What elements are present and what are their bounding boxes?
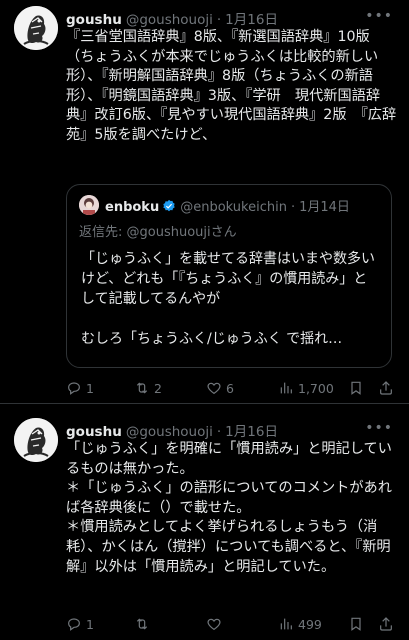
like-button[interactable] [206,616,226,632]
action-bar: 1 499 [66,616,400,636]
views-count: 1,700 [298,380,334,396]
handle: @enbokukeichin [180,200,287,215]
tweet[interactable]: goushu @goushouoji · 1月16日 ••• 「じゅうふく」を明確に「… [0,408,409,640]
timestamp[interactable]: 1月16日 [225,424,278,440]
reply-button[interactable]: 1 [66,380,94,396]
reply-bubble-icon [68,382,80,395]
bookmark-button[interactable] [348,616,364,632]
tweet-text: 「じゅうふく」を明確に「慣用読み」と明記しているものは無かった。 ＊「じゅうふく… [66,441,392,575]
like-count: 6 [226,380,234,396]
divider [0,403,409,404]
reply-button[interactable]: 1 [66,616,94,632]
tweet-header: goushu @goushouoji · 1月16日 [66,420,278,440]
bookmark-icon [351,617,361,631]
timestamp: 1月14日 [299,200,350,215]
verified-badge-icon [163,199,175,212]
tweet-text: 『三省堂国語辞典』8版、『新選国語辞典』10版（ちょうふくが本来でじゅうふくは比… [66,29,397,143]
handle[interactable]: @goushouoji [126,12,213,28]
views-button[interactable]: 1,700 [278,380,334,396]
handle[interactable]: @goushouoji [126,424,213,440]
share-button[interactable] [378,380,394,396]
reply-handle: @goushuoujiさん [126,225,237,240]
retweet-button[interactable]: 2 [134,380,162,396]
separator-dot: · [216,424,222,440]
retweet-icon [136,618,148,630]
heart-icon [207,382,221,395]
reply-prefix: 返信先: [79,225,127,240]
views-button[interactable]: 499 [278,616,322,632]
retweet-button[interactable] [134,616,154,632]
share-icon [380,617,392,631]
reply-context: 返信先: @goushuoujiさん [79,221,237,240]
more-dots-icon[interactable]: ••• [365,420,393,436]
views-bars-icon [280,382,292,394]
reply-bubble-icon [68,618,80,631]
display-name: enboku [105,200,160,215]
views-bars-icon [280,618,292,630]
avatar [79,195,99,215]
retweet-icon [136,382,148,394]
reply-count: 1 [86,380,94,396]
bookmark-button[interactable] [348,380,364,396]
reply-count: 1 [86,616,94,632]
bookmark-icon [351,381,361,395]
display-name[interactable]: goushu [66,424,122,440]
tweet-header: goushu @goushouoji · 1月16日 [66,8,278,28]
heart-icon [207,618,221,631]
retweet-count: 2 [154,380,162,396]
like-button[interactable]: 6 [206,380,234,396]
separator-dot: · [290,200,296,215]
separator-dot: · [216,12,222,28]
quoted-tweet[interactable]: enboku @enbokukeichin · 1月14日 返信先: @goushuo… [66,184,392,368]
share-icon [380,381,392,395]
avatar[interactable] [14,6,58,50]
display-name[interactable]: goushu [66,12,122,28]
avatar[interactable] [14,418,58,462]
more-dots-icon[interactable]: ••• [365,8,393,24]
quote-text: 「じゅうふく」を載せてる辞書はいまや数多いけど、どれも「『ちょうふく』の慣用読み… [81,251,375,347]
tweet[interactable]: goushu @goushouoji · 1月16日 ••• 『三省堂国語辞典』8版、… [0,0,409,400]
share-button[interactable] [378,616,394,632]
views-count: 499 [298,616,322,632]
quote-header: enboku @enbokukeichin · 1月14日 [105,196,350,215]
action-bar: 1 2 6 1,700 [66,380,400,400]
timestamp[interactable]: 1月16日 [225,12,278,28]
